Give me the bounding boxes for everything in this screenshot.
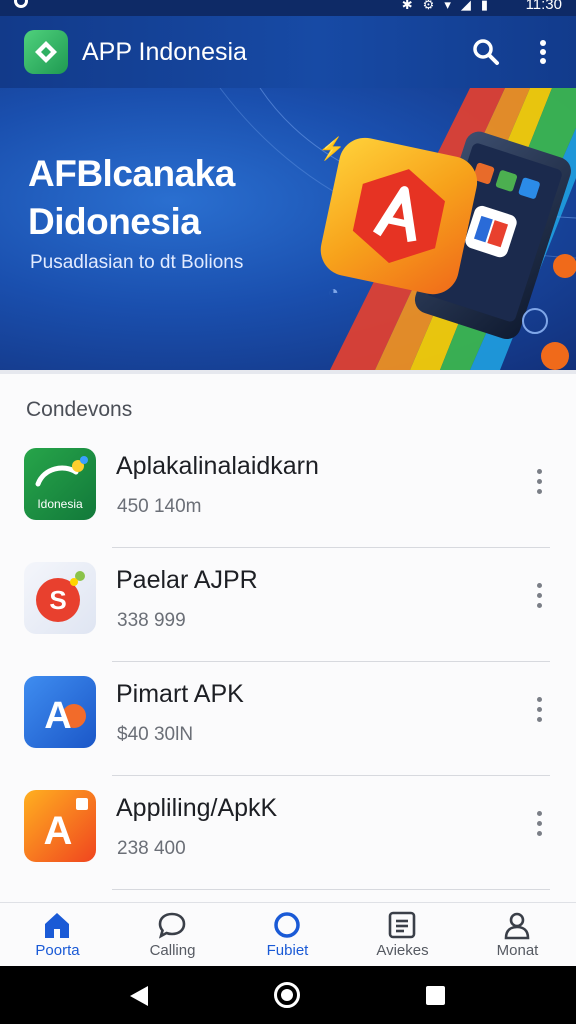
- nav-item-monat[interactable]: Monat: [460, 903, 575, 967]
- status-bar: ✱⚙▾◢▮ 11:30: [0, 0, 576, 16]
- search-button[interactable]: [468, 34, 504, 70]
- bottom-navigation: Poorta Calling Fubiet Aviekes Monat: [0, 902, 576, 966]
- chat-icon: [158, 912, 186, 939]
- nav-item-poorta[interactable]: Poorta: [0, 903, 115, 967]
- status-time: 11:30: [525, 0, 562, 13]
- nav-item-calling[interactable]: Calling: [115, 903, 230, 967]
- section-title: Condevons: [26, 398, 133, 421]
- system-status-icons: ✱⚙▾◢▮: [401, 0, 498, 12]
- home-button-icon[interactable]: [274, 982, 300, 1008]
- banner-title: AFBlcanaka Didonesia: [28, 150, 235, 246]
- notification-icon: [14, 0, 28, 8]
- more-vert-icon[interactable]: [528, 464, 552, 500]
- app-name: Appliling/ApkK: [116, 794, 278, 822]
- icon-text: A: [44, 809, 73, 853]
- circle-icon: [274, 912, 300, 938]
- app-meta: $40 30lN: [117, 724, 194, 745]
- a-orange-app-icon: A: [24, 790, 96, 862]
- more-vert-icon[interactable]: [528, 692, 552, 728]
- app-logo-icon: [24, 30, 68, 74]
- home-icon: [45, 913, 69, 938]
- nav-label: Fubiet: [266, 942, 309, 959]
- nav-label: Poorta: [35, 942, 80, 959]
- nav-item-fubiet[interactable]: Fubiet: [230, 903, 345, 967]
- list-item[interactable]: A Pimart APK $40 30lN: [0, 662, 576, 776]
- app-meta: 338 999: [117, 610, 186, 631]
- profile-icon: [504, 912, 530, 940]
- s-app-icon: S: [24, 562, 96, 634]
- promo-banner[interactable]: ⚡ ◔ AFBlcanaka Didonesia Pusadlasian to …: [0, 88, 576, 370]
- banner-subtitle: Pusadlasian to dt Bolions: [30, 252, 244, 273]
- app-name: Paelar AJPR: [116, 566, 258, 594]
- list-item[interactable]: A Appliling/ApkK 238 400: [0, 776, 576, 890]
- banner-title-line2: Didonesia: [28, 201, 201, 242]
- icon-text: Idonesia: [37, 497, 83, 511]
- nav-item-aviekes[interactable]: Aviekes: [345, 903, 460, 967]
- recents-icon[interactable]: [426, 986, 445, 1005]
- icon-text: S: [49, 585, 66, 615]
- nav-label: Monat: [496, 942, 539, 959]
- more-vert-icon[interactable]: [528, 806, 552, 842]
- icon-text: A: [44, 695, 71, 737]
- app-meta: 238 400: [117, 838, 186, 859]
- list-item[interactable]: Idonesia Aplakalinalaidkarn 450 140m: [0, 434, 576, 548]
- app-list-section: Condevons Idonesia Aplakalinalaidkarn 45…: [0, 370, 576, 924]
- screen: ✱⚙▾◢▮ 11:30 APP Indonesia ⚡ ◔ AFBlcanaka…: [0, 0, 576, 1024]
- app-name: Aplakalinalaidkarn: [116, 452, 319, 480]
- a-blue-app-icon: A: [24, 676, 96, 748]
- app-meta: 450 140m: [117, 496, 202, 517]
- back-icon[interactable]: [128, 984, 150, 1008]
- banner-title-line1: AFBlcanaka: [28, 153, 235, 194]
- system-navigation-bar: [0, 966, 576, 1024]
- more-options-button[interactable]: [528, 34, 558, 70]
- more-vert-icon[interactable]: [528, 578, 552, 614]
- list-icon: [388, 911, 416, 939]
- svg-text:⚡: ⚡: [318, 136, 345, 162]
- more-vert-icon: [540, 40, 546, 64]
- list-item[interactable]: S Paelar AJPR 338 999: [0, 548, 576, 662]
- indonesia-app-icon: Idonesia: [24, 448, 96, 520]
- app-bar: APP Indonesia: [0, 16, 576, 88]
- svg-text:◔: ◔: [328, 282, 339, 302]
- app-name: Pimart APK: [116, 680, 244, 708]
- nav-label: Calling: [149, 942, 196, 959]
- nav-label: Aviekes: [376, 942, 429, 959]
- app-title: APP Indonesia: [82, 38, 247, 66]
- search-icon: [473, 39, 499, 65]
